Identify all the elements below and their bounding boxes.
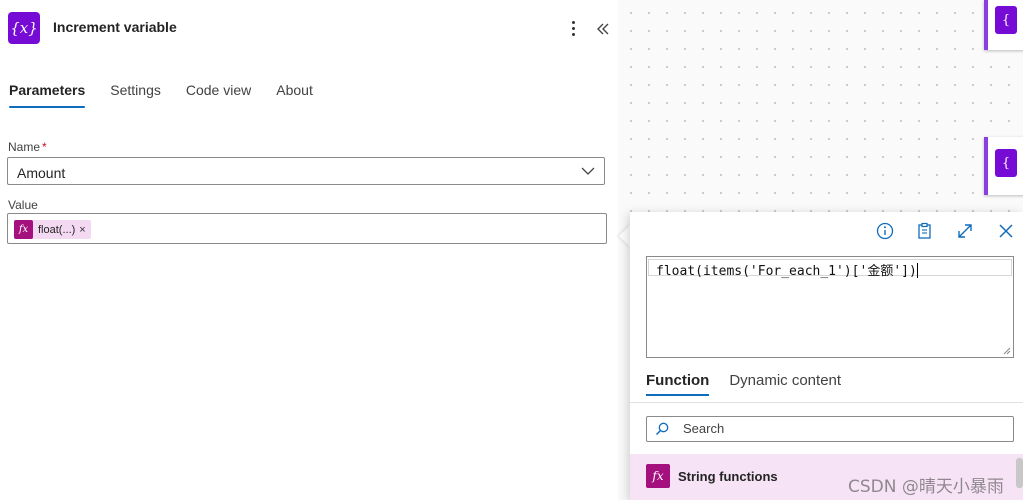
panel-tabs: Parameters Settings Code view About (9, 82, 338, 108)
tab-parameters[interactable]: Parameters (9, 82, 86, 108)
function-search[interactable] (646, 416, 1014, 442)
close-icon[interactable] (996, 221, 1016, 241)
chevron-down-icon (581, 167, 595, 175)
required-mark: * (42, 140, 47, 154)
expression-token[interactable]: fx float(...) × (14, 220, 91, 239)
tab-dynamic-content[interactable]: Dynamic content (729, 372, 841, 396)
value-label: Value (8, 198, 38, 212)
name-label: Name * (8, 140, 47, 154)
tab-about[interactable]: About (276, 82, 313, 108)
remove-token-button[interactable]: × (79, 224, 85, 236)
canvas-node-variable[interactable]: { (984, 137, 1023, 195)
expression-tabs: Function Dynamic content (646, 372, 861, 396)
search-icon (655, 422, 669, 436)
watermark: CSDN @晴天小暴雨 (848, 477, 1004, 497)
clipboard-icon[interactable] (915, 221, 935, 241)
name-dropdown-value: Amount (17, 165, 66, 181)
expression-editor-popup: float(items('For_each_1')['金额']) Functio… (630, 212, 1023, 500)
tab-function[interactable]: Function (646, 372, 710, 396)
expression-token-label: float(...) (38, 223, 76, 236)
variable-icon: { (995, 6, 1017, 34)
function-icon: fx (646, 464, 670, 488)
divider (630, 402, 1023, 403)
search-input[interactable] (681, 420, 1005, 437)
info-icon[interactable] (875, 221, 895, 241)
expression-code: float(items('For_each_1')['金额']) (656, 263, 918, 279)
collapse-panel-icon[interactable] (595, 16, 611, 40)
more-options-icon[interactable] (562, 14, 584, 42)
variable-icon: { (995, 149, 1017, 177)
scrollbar-thumb[interactable] (1016, 458, 1023, 488)
tab-settings[interactable]: Settings (110, 82, 161, 108)
resize-grip-icon[interactable] (1003, 347, 1011, 355)
value-input[interactable]: fx float(...) × (7, 213, 607, 244)
action-title[interactable]: Increment variable (53, 19, 177, 35)
expand-icon[interactable] (955, 221, 975, 241)
name-dropdown[interactable]: Amount (7, 157, 605, 185)
variable-icon: {x} (8, 12, 40, 44)
tab-code-view[interactable]: Code view (186, 82, 251, 108)
action-properties-panel: {x} Increment variable Parameters Settin… (0, 0, 618, 500)
expression-textarea[interactable]: float(items('For_each_1')['金额']) (646, 256, 1014, 358)
category-label: String functions (678, 469, 778, 484)
canvas-node-variable-top[interactable]: { (984, 0, 1023, 50)
function-icon: fx (14, 220, 33, 239)
